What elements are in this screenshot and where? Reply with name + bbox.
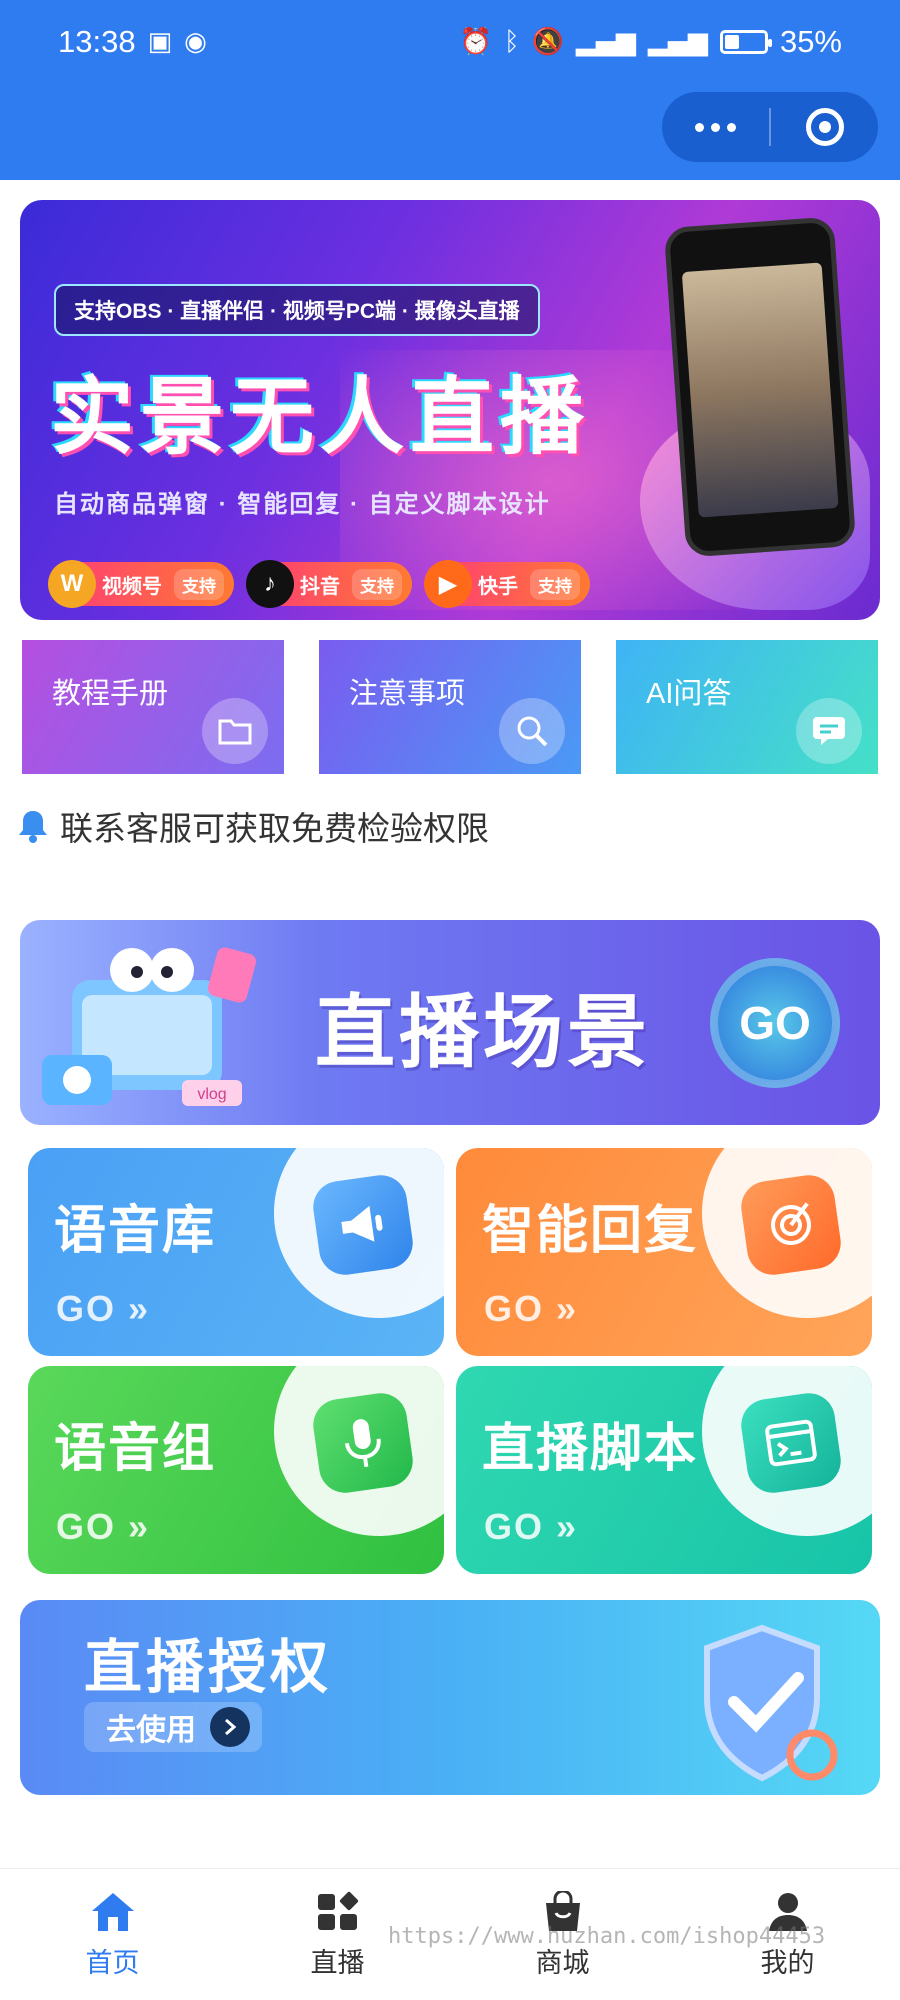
camera-mascot-illustration: vlog xyxy=(42,947,256,1106)
card-title: 语音库 xyxy=(54,1202,217,1260)
douyin-icon: ♪ xyxy=(246,560,294,608)
eye-icon: ◉ xyxy=(184,27,207,57)
chat-icon xyxy=(796,698,862,764)
tab-label: 首页 xyxy=(85,1948,140,1978)
phone-illustration xyxy=(663,216,857,558)
scene-title: 直播场景 xyxy=(315,988,651,1077)
tile-notes[interactable]: 注意事项 xyxy=(319,640,581,774)
top-bar: 13:38 ▣ ◉ ⏰ ᛒ 🔕 ▂▄▆ ▂▄▆ 35% xyxy=(0,0,900,180)
card-title: 智能回复 xyxy=(482,1202,699,1260)
smart-reply-card[interactable]: 智能回复 GO » xyxy=(456,1148,872,1356)
card-go: GO » xyxy=(484,1506,579,1547)
card-title: 直播脚本 xyxy=(482,1420,699,1478)
kuaishou-icon: ▶ xyxy=(424,560,472,608)
close-miniapp-button[interactable] xyxy=(771,92,878,162)
more-menu-button[interactable] xyxy=(662,92,769,162)
platform-list: W 视频号 支持 ♪ 抖音 支持 ▶ 快手 支持 xyxy=(48,560,590,608)
folder-icon xyxy=(202,698,268,764)
vlog-badge: vlog xyxy=(197,1086,226,1103)
bell-icon xyxy=(19,811,47,843)
microphone-icon xyxy=(309,1389,417,1497)
platform-name: 视频号 xyxy=(102,575,162,598)
shipinhao-icon: W xyxy=(48,560,96,608)
target-close-icon xyxy=(805,108,844,146)
status-time: 13:38 xyxy=(58,24,136,59)
notification-icon: ▣ xyxy=(147,27,173,57)
shield-check-icon xyxy=(704,1624,838,1782)
platform-name: 抖音 xyxy=(300,575,340,598)
notice-text: 联系客服可获取免费检验权限 xyxy=(60,810,489,847)
scene-go-button[interactable]: GO xyxy=(710,958,840,1088)
platform-kuaishou: ▶ 快手 支持 xyxy=(424,560,590,608)
card-go: GO » xyxy=(56,1506,151,1547)
live-scene-card[interactable]: vlog 直播场景 GO xyxy=(20,920,880,1125)
banner-subtitle: 自动商品弹窗 · 智能回复 · 自定义脚本设计 xyxy=(54,491,551,518)
quick-tiles: 教程手册 注意事项 AI问答 xyxy=(22,640,878,774)
live-script-card[interactable]: 直播脚本 GO » xyxy=(456,1366,872,1574)
tile-label: 教程手册 xyxy=(52,678,169,710)
battery-percent: 35% xyxy=(779,24,842,59)
banner-tag: 支持OBS · 直播伴侣 · 视频号PC端 · 摄像头直播 xyxy=(54,284,540,336)
card-go: GO » xyxy=(484,1288,579,1329)
platform-douyin: ♪ 抖音 支持 xyxy=(246,560,412,608)
watermark-text: https://www.huzhan.com/ishop44453 xyxy=(388,1924,826,1949)
tile-tutorial[interactable]: 教程手册 xyxy=(22,640,284,774)
voice-group-card[interactable]: 语音组 GO » xyxy=(28,1366,444,1574)
status-bar: 13:38 ▣ ◉ ⏰ ᛒ 🔕 ▂▄▆ ▂▄▆ 35% xyxy=(58,20,842,64)
tile-label: 注意事项 xyxy=(349,678,466,710)
auth-title: 直播授权 xyxy=(84,1635,333,1700)
miniapp-capsule xyxy=(662,92,878,162)
card-go: GO » xyxy=(56,1288,151,1329)
megaphone-icon xyxy=(309,1171,417,1279)
use-button[interactable]: 去使用 xyxy=(84,1702,262,1752)
card-title: 语音组 xyxy=(54,1420,217,1478)
chevron-right-icon xyxy=(210,1707,250,1747)
platform-support: 支持 xyxy=(174,568,224,600)
home-icon xyxy=(91,1893,134,1931)
platform-support: 支持 xyxy=(530,568,580,600)
alarm-icon: ⏰ xyxy=(459,27,492,57)
target-icon xyxy=(737,1171,845,1279)
signal-icon: ▂▄▆ xyxy=(575,27,636,57)
signal-icon-2: ▂▄▆ xyxy=(647,27,708,57)
tile-ai-qa[interactable]: AI问答 xyxy=(616,640,878,774)
bluetooth-icon: ᛒ xyxy=(503,27,520,57)
battery-icon xyxy=(719,30,772,54)
platform-name: 快手 xyxy=(478,575,518,598)
app-screen: 13:38 ▣ ◉ ⏰ ᛒ 🔕 ▂▄▆ ▂▄▆ 35% 支持OBS · 直播伴侣… xyxy=(0,0,900,2000)
platform-shipinhao: W 视频号 支持 xyxy=(48,560,234,608)
terminal-icon xyxy=(737,1389,845,1497)
promo-banner[interactable]: 支持OBS · 直播伴侣 · 视频号PC端 · 摄像头直播 实景无人直播 自动商… xyxy=(20,200,880,620)
notice-bar: 联系客服可获取免费检验权限 xyxy=(18,802,489,850)
tab-home[interactable]: 首页 xyxy=(0,1869,225,2000)
banner-title: 实景无人直播 xyxy=(50,370,591,464)
tab-label: 直播 xyxy=(310,1948,365,1978)
more-dots-icon xyxy=(695,122,736,132)
live-authorization-card[interactable]: 直播授权 去使用 xyxy=(20,1600,880,1795)
platform-support: 支持 xyxy=(352,568,402,600)
apps-icon xyxy=(317,1891,358,1930)
voice-library-card[interactable]: 语音库 GO » xyxy=(28,1148,444,1356)
search-icon xyxy=(499,698,565,764)
mute-icon: 🔕 xyxy=(531,27,564,57)
use-button-label: 去使用 xyxy=(106,1714,196,1747)
tile-label: AI问答 xyxy=(646,678,732,710)
